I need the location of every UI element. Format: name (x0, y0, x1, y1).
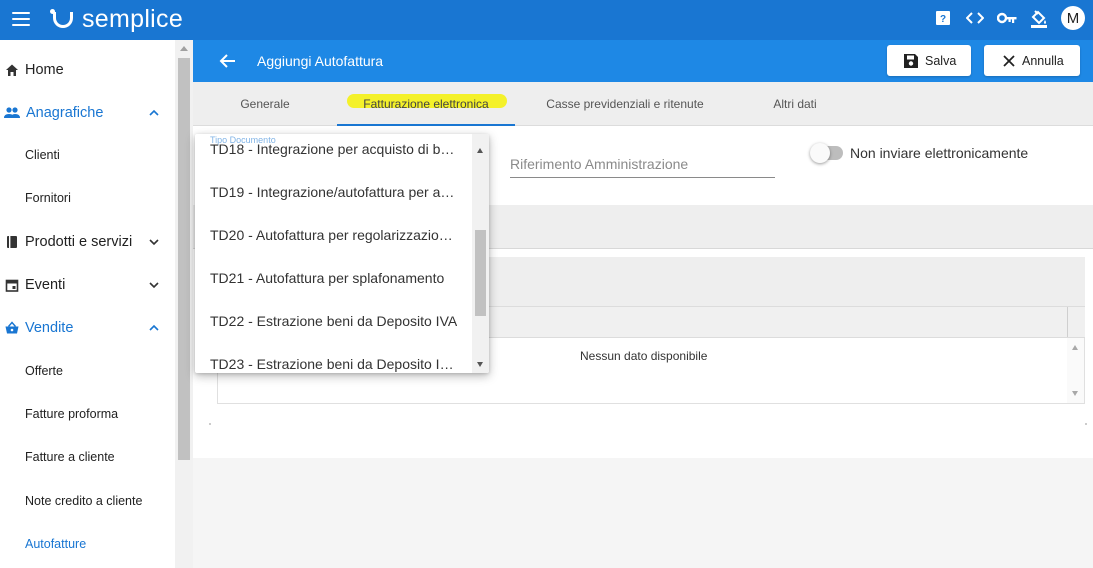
dropdown-scrollbar[interactable] (472, 134, 489, 373)
divider (209, 423, 211, 425)
sidebar-item-note-credito[interactable]: Note credito a cliente (0, 486, 175, 516)
riferimento-amministrazione-input[interactable]: Riferimento Amministrazione (510, 152, 775, 178)
page-header: Aggiungi Autofattura Salva Annulla (193, 40, 1093, 82)
tab-fatturazione-elettronica[interactable]: Fatturazione elettronica (337, 82, 515, 126)
dropdown-option[interactable]: TD23 - Estrazione beni da Deposito IVA c… (195, 342, 471, 373)
cancel-label: Annulla (1022, 53, 1064, 68)
sidebar-item-eventi[interactable]: Eventi (0, 270, 175, 300)
dropdown-option[interactable]: TD22 - Estrazione beni da Deposito IVA (195, 299, 471, 342)
sidebar-item-home[interactable]: Home (0, 55, 175, 85)
tab-label: Casse previdenziali e ritenute (546, 97, 704, 111)
sidebar-item-autofatture[interactable]: Autofatture (0, 529, 175, 559)
dropdown-option[interactable]: TD19 - Integrazione/autofattura per acqu… (195, 170, 471, 213)
scroll-up-arrow-icon[interactable] (477, 148, 483, 153)
tab-altri-dati[interactable]: Altri dati (743, 82, 847, 126)
riferimento-placeholder: Riferimento Amministrazione (510, 156, 689, 172)
sidebar-item-label: Home (25, 62, 64, 78)
tab-label: Altri dati (773, 97, 817, 111)
sidebar-item-label: Eventi (25, 277, 66, 293)
brand-name: semplice (82, 4, 184, 33)
tab-label: Generale (240, 97, 290, 111)
tab-bar: Generale Fatturazione elettronica Casse … (193, 82, 1093, 126)
back-arrow-icon[interactable] (219, 52, 237, 70)
basket-icon (5, 321, 19, 334)
dropdown-option[interactable]: TD20 - Autofattura per regolarizzazione … (195, 213, 471, 256)
sidebar-item-label: Fatture a cliente (25, 450, 115, 464)
scroll-up-arrow-icon[interactable] (180, 46, 188, 51)
brand-logo[interactable]: semplice (50, 4, 183, 34)
scroll-down-arrow-icon[interactable] (1072, 391, 1078, 396)
sidebar-item-label: Vendite (25, 320, 74, 336)
sidebar-item-fatture-cliente[interactable]: Fatture a cliente (0, 442, 175, 472)
sidebar-scrollbar[interactable] (175, 40, 193, 568)
sidebar-item-fornitori[interactable]: Fornitori (0, 183, 175, 213)
help-icon[interactable]: ? (933, 8, 953, 28)
svg-text:?: ? (940, 14, 946, 25)
paint-bucket-icon[interactable] (1029, 8, 1049, 28)
table-scrollbar[interactable] (1067, 338, 1084, 403)
sidebar-item-anagrafiche[interactable]: Anagrafiche (0, 98, 175, 128)
empty-message: Nessun dato disponibile (580, 349, 708, 363)
sidebar-item-label: Clienti (25, 148, 60, 162)
dropdown-option[interactable]: TD21 - Autofattura per splafonamento (195, 256, 471, 299)
sidebar-item-label: Anagrafiche (26, 105, 104, 121)
sidebar-item-offerte[interactable]: Offerte (0, 356, 175, 386)
scrollbar-thumb[interactable] (178, 58, 190, 460)
tab-generale[interactable]: Generale (213, 82, 317, 126)
home-icon (6, 64, 18, 76)
people-icon (4, 107, 20, 118)
app-bar: semplice ? M (0, 0, 1093, 40)
book-icon (7, 236, 17, 248)
semplice-logo-icon (50, 8, 76, 30)
dropdown-option[interactable]: TD18 - Integrazione per acquisto di beni… (195, 134, 471, 170)
sidebar: Home Anagrafiche Clienti Fornitori Prodo… (0, 40, 175, 568)
avatar[interactable]: M (1061, 6, 1085, 30)
scroll-down-arrow-icon[interactable] (477, 362, 483, 367)
menu-icon[interactable] (12, 12, 30, 26)
divider (1085, 423, 1087, 425)
sidebar-item-vendite[interactable]: Vendite (0, 313, 175, 343)
tab-casse-previdenziali[interactable]: Casse previdenziali e ritenute (525, 82, 725, 126)
page-title: Aggiungi Autofattura (257, 53, 384, 69)
cancel-button[interactable]: Annulla (984, 45, 1080, 76)
chevron-down-icon (149, 239, 159, 246)
sidebar-item-label: Note credito a cliente (25, 494, 143, 508)
scrollbar-thumb[interactable] (475, 230, 486, 316)
floppy-disk-icon (904, 53, 918, 68)
sidebar-item-label: Prodotti e servizi (25, 234, 133, 250)
save-label: Salva (925, 53, 957, 68)
sidebar-item-prodotti[interactable]: Prodotti e servizi (0, 227, 175, 257)
sidebar-item-label: Fatture proforma (25, 407, 119, 421)
sidebar-item-label: Autofatture (25, 537, 87, 551)
close-icon (1003, 54, 1015, 67)
non-inviare-toggle[interactable] (810, 143, 843, 163)
key-icon[interactable] (997, 8, 1017, 28)
sidebar-item-label: Offerte (25, 364, 63, 378)
toggle-knob[interactable] (810, 143, 830, 163)
toggle-label: Non inviare elettronicamente (850, 145, 1029, 161)
tipo-documento-dropdown[interactable]: Tipo Documento TD18 - Integrazione per a… (195, 134, 489, 373)
tab-label: Fatturazione elettronica (363, 97, 489, 111)
scroll-up-arrow-icon[interactable] (1072, 345, 1078, 350)
sidebar-item-fatture-proforma[interactable]: Fatture proforma (0, 399, 175, 429)
save-button[interactable]: Salva (887, 45, 971, 76)
sidebar-item-label: Fornitori (25, 191, 71, 205)
chevron-up-icon (149, 324, 159, 331)
chevron-up-icon (149, 109, 159, 116)
sidebar-item-clienti[interactable]: Clienti (0, 140, 175, 170)
code-icon[interactable] (965, 8, 985, 28)
calendar-icon (5, 279, 19, 292)
chevron-down-icon (149, 282, 159, 289)
